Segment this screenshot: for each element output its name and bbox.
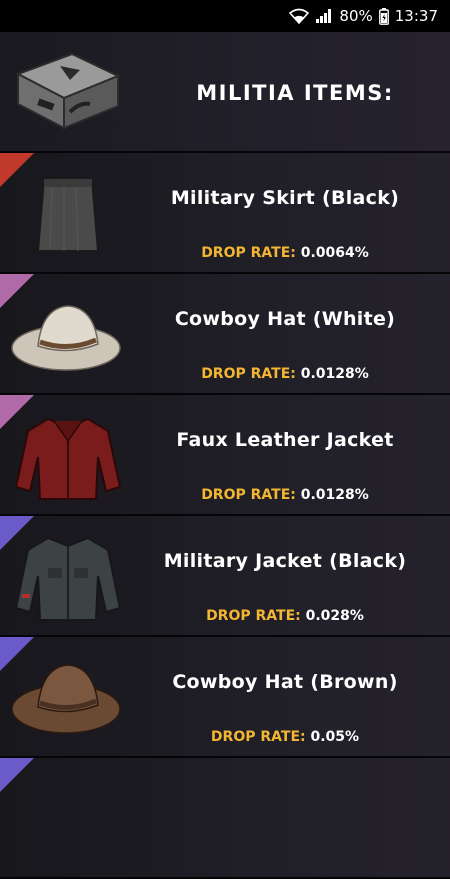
item-name: Military Jacket (Black) xyxy=(163,550,407,572)
drop-rate-label: DROP RATE: xyxy=(206,608,301,624)
status-bar: 80% 13:37 xyxy=(0,0,450,32)
signal-icon xyxy=(315,8,333,24)
page-title: MILITIA ITEMS: xyxy=(196,80,394,105)
drop-rate: DROP RATE: 0.0064% xyxy=(120,245,450,261)
item-name: Cowboy Hat (Brown) xyxy=(172,671,398,693)
battery-icon xyxy=(378,7,389,25)
drop-rate-value: 0.028% xyxy=(305,608,364,624)
drop-rate: DROP RATE: 0.0128% xyxy=(120,366,450,382)
battery-percent: 80% xyxy=(339,7,373,25)
skirt-icon xyxy=(8,165,128,263)
list-item[interactable]: Military Skirt (Black) DROP RATE: 0.0064… xyxy=(0,153,450,274)
drop-rate: DROP RATE: 0.05% xyxy=(120,729,450,745)
header: MILITIA ITEMS: xyxy=(0,32,450,153)
item-name: Military Skirt (Black) xyxy=(170,187,400,209)
drop-rate-value: 0.05% xyxy=(310,729,360,745)
drop-rate: DROP RATE: 0.0128% xyxy=(120,487,450,503)
cowboy-hat-white-icon xyxy=(8,286,128,384)
militia-case-icon xyxy=(10,46,125,136)
drop-rate-value: 0.0128% xyxy=(300,487,369,503)
clock: 13:37 xyxy=(394,7,438,25)
military-jacket-icon xyxy=(8,528,128,626)
drop-rate-value: 0.0064% xyxy=(300,245,369,261)
drop-rate-label: DROP RATE: xyxy=(201,245,296,261)
item-list: Military Skirt (Black) DROP RATE: 0.0064… xyxy=(0,153,450,879)
rarity-marker xyxy=(0,758,34,792)
list-item[interactable]: Faux Leather Jacket DROP RATE: 0.0128% xyxy=(0,395,450,516)
item-name: Cowboy Hat (White) xyxy=(174,308,396,330)
list-item[interactable]: Military Jacket (Black) DROP RATE: 0.028… xyxy=(0,516,450,637)
list-item[interactable]: Cowboy Hat (Brown) DROP RATE: 0.05% xyxy=(0,637,450,758)
list-item[interactable] xyxy=(0,758,450,879)
drop-rate-label: DROP RATE: xyxy=(201,366,296,382)
cowboy-hat-brown-icon xyxy=(8,649,128,747)
item-name: Faux Leather Jacket xyxy=(176,429,394,451)
list-item[interactable]: Cowboy Hat (White) DROP RATE: 0.0128% xyxy=(0,274,450,395)
drop-rate-label: DROP RATE: xyxy=(201,487,296,503)
drop-rate-value: 0.0128% xyxy=(300,366,369,382)
leather-jacket-icon xyxy=(8,407,128,505)
drop-rate-label: DROP RATE: xyxy=(210,729,306,745)
wifi-icon xyxy=(289,8,310,24)
drop-rate: DROP RATE: 0.028% xyxy=(120,608,450,624)
